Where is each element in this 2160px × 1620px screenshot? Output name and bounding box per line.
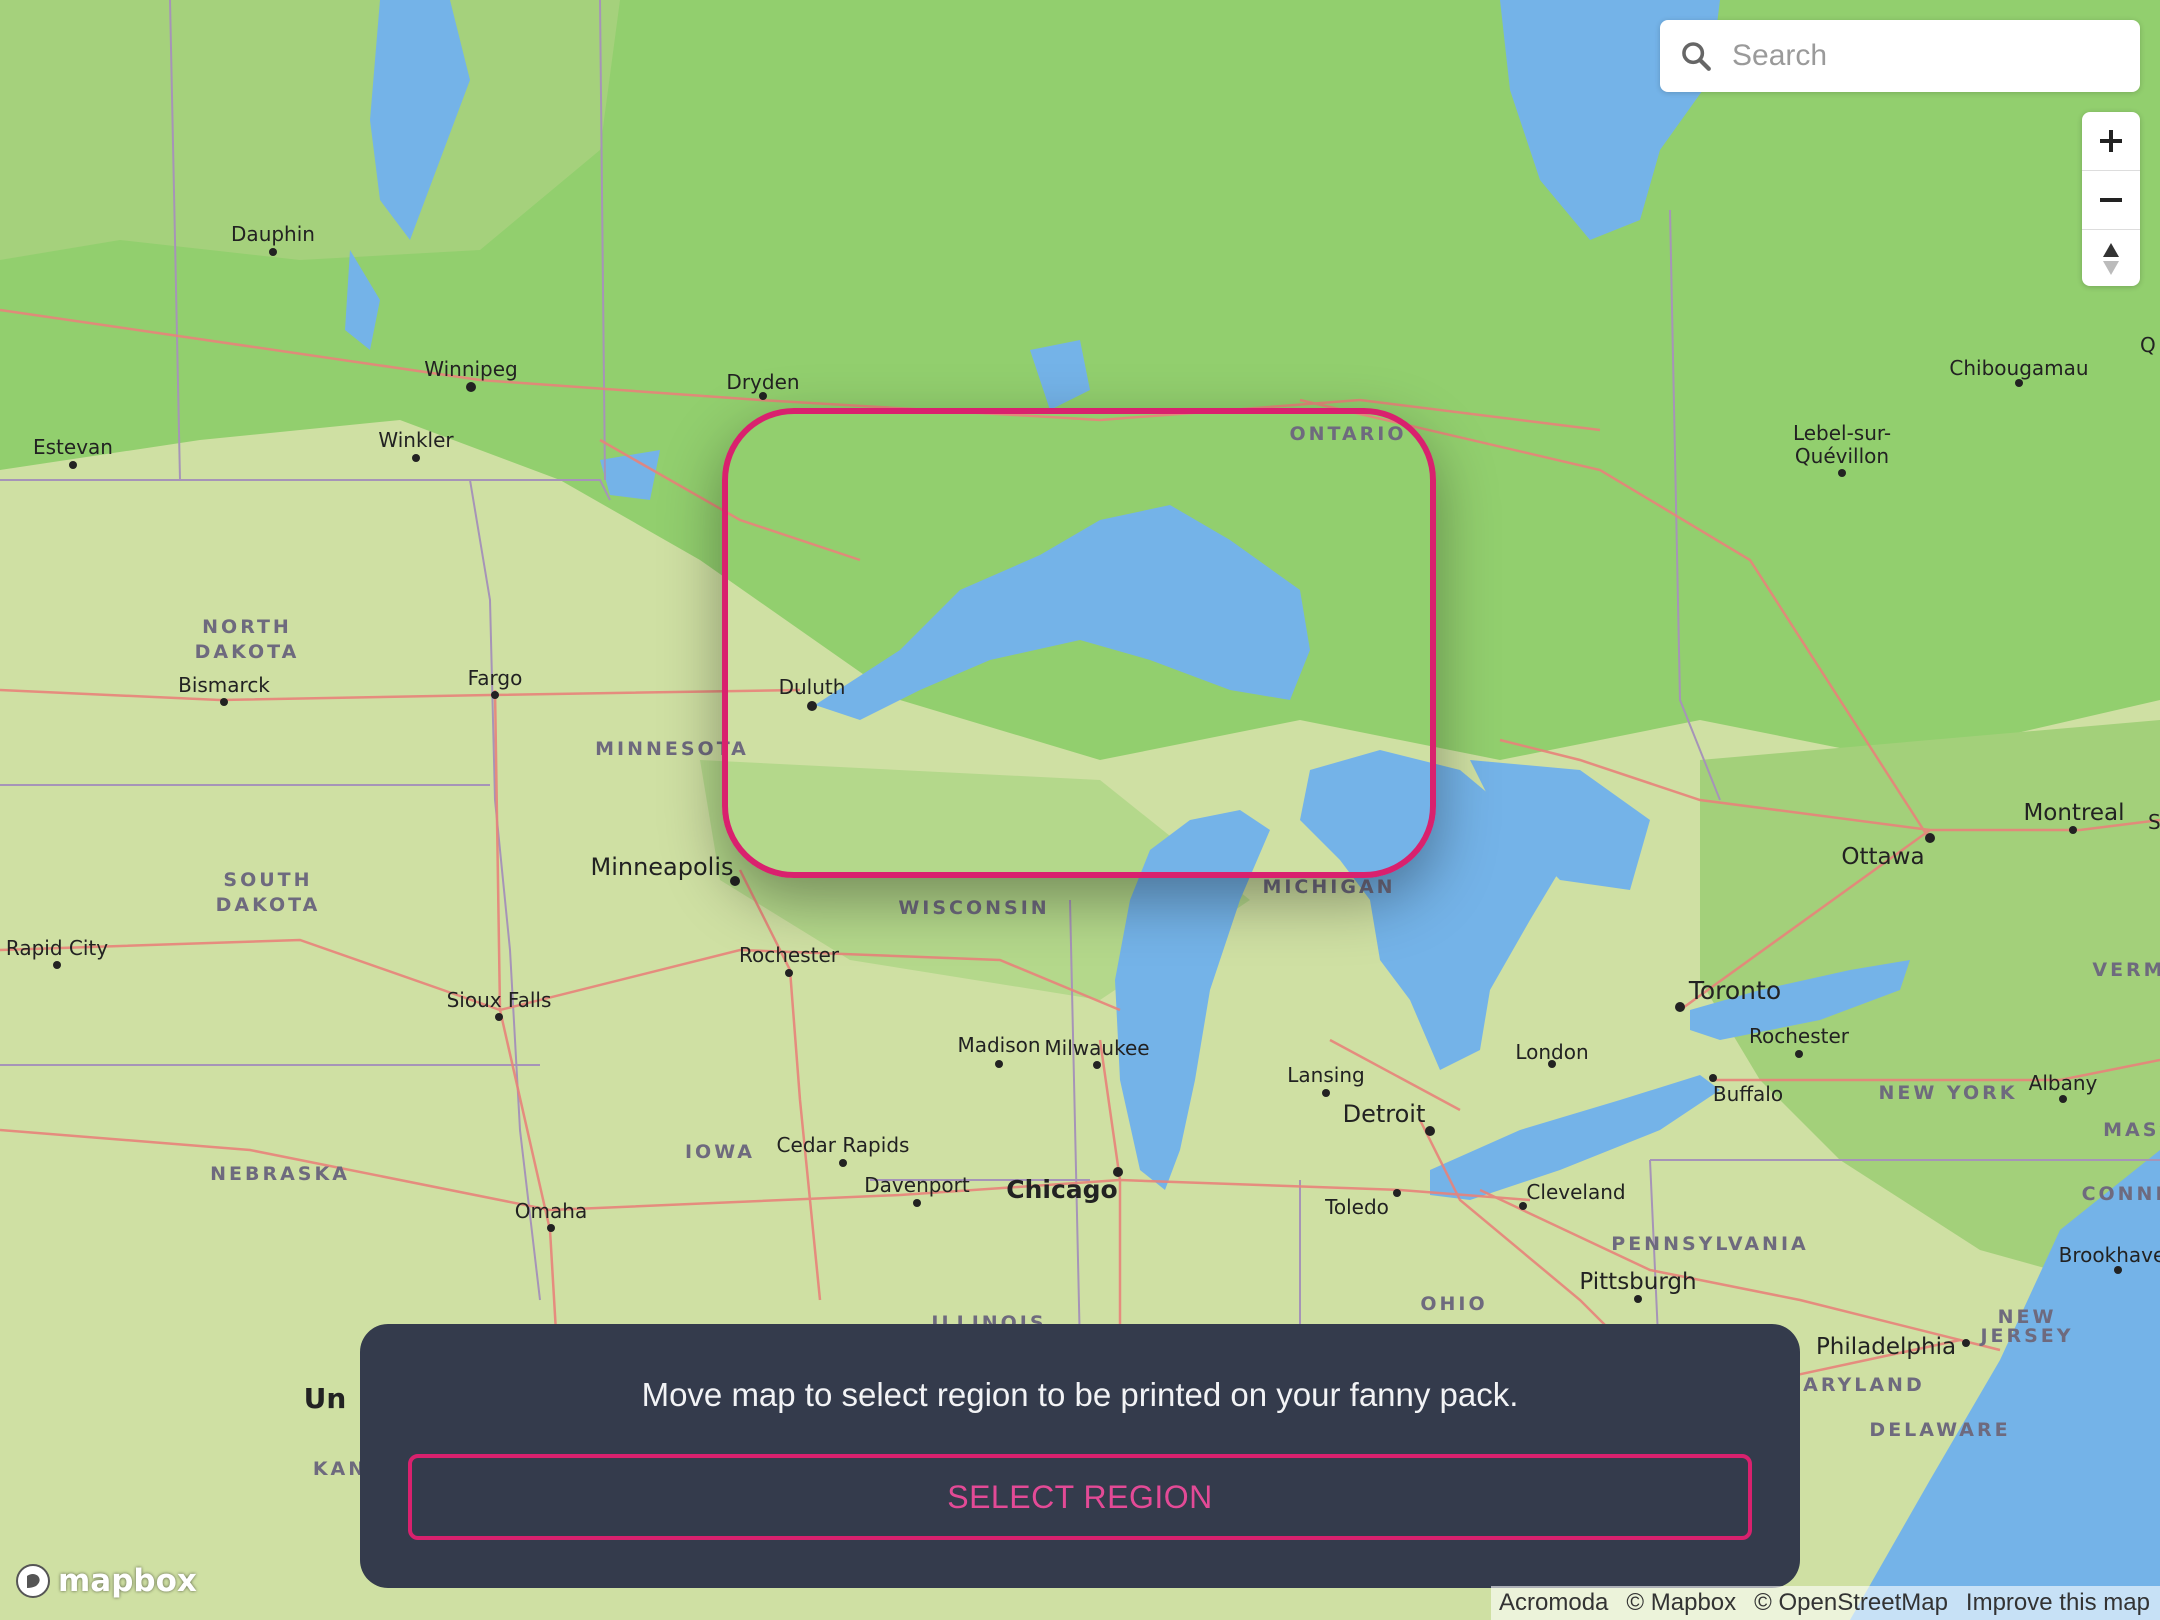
svg-text:Ottawa: Ottawa xyxy=(1841,844,1924,870)
svg-text:Chibougamau: Chibougamau xyxy=(1949,356,2088,380)
svg-text:MASSA: MASSA xyxy=(2103,1119,2160,1141)
svg-text:CONNECTI: CONNECTI xyxy=(2082,1183,2160,1205)
svg-text:WISCONSIN: WISCONSIN xyxy=(898,897,1049,919)
search-icon xyxy=(1660,20,1732,92)
svg-text:Dauphin: Dauphin xyxy=(231,222,315,246)
svg-text:Toronto: Toronto xyxy=(1688,976,1781,1005)
svg-text:Dryden: Dryden xyxy=(726,370,799,394)
svg-text:Toledo: Toledo xyxy=(1324,1195,1389,1219)
svg-text:Estevan: Estevan xyxy=(33,435,113,459)
mapbox-logo[interactable]: mapbox xyxy=(14,1562,197,1600)
svg-text:Winkler: Winkler xyxy=(378,428,454,452)
attribution-osm[interactable]: © OpenStreetMap xyxy=(1754,1589,1948,1617)
svg-text:DAKOTA: DAKOTA xyxy=(216,894,321,916)
svg-text:Quévillon: Quévillon xyxy=(1795,444,1889,468)
svg-text:Lansing: Lansing xyxy=(1287,1063,1364,1087)
svg-text:NORTH: NORTH xyxy=(202,616,292,638)
svg-text:Winnipeg: Winnipeg xyxy=(424,357,518,381)
svg-text:DELAWARE: DELAWARE xyxy=(1869,1419,2010,1441)
search-input[interactable] xyxy=(1732,26,2140,86)
svg-text:Q: Q xyxy=(2140,333,2156,357)
svg-text:Sioux Falls: Sioux Falls xyxy=(447,988,552,1012)
svg-text:Bismarck: Bismarck xyxy=(178,673,270,697)
svg-text:Albany: Albany xyxy=(2029,1071,2098,1095)
svg-text:MARYLAND: MARYLAND xyxy=(1781,1374,1924,1396)
svg-text:Davenport: Davenport xyxy=(864,1173,970,1197)
svg-text:SOUTH: SOUTH xyxy=(223,869,312,891)
compass-icon xyxy=(2103,243,2119,275)
select-region-panel: Move map to select region to be printed … xyxy=(360,1324,1800,1588)
svg-text:Philadelphia: Philadelphia xyxy=(1816,1334,1956,1360)
selection-frame xyxy=(722,408,1436,878)
svg-text:VERMON: VERMON xyxy=(2092,959,2160,981)
svg-text:MICHIGAN: MICHIGAN xyxy=(1262,876,1395,898)
compass-button[interactable] xyxy=(2082,230,2140,286)
mapbox-logo-icon xyxy=(16,1564,50,1598)
svg-text:Rochester: Rochester xyxy=(739,943,840,967)
attribution-acromoda[interactable]: Acromoda xyxy=(1499,1589,1608,1617)
svg-text:Pittsburgh: Pittsburgh xyxy=(1579,1269,1696,1295)
plus-icon xyxy=(2100,130,2122,152)
svg-text:Lebel-sur-: Lebel-sur- xyxy=(1793,421,1891,445)
svg-text:London: London xyxy=(1515,1040,1588,1064)
svg-text:NEBRASKA: NEBRASKA xyxy=(210,1163,350,1185)
minus-icon xyxy=(2100,198,2122,202)
svg-text:Montreal: Montreal xyxy=(2023,800,2124,826)
svg-text:Buffalo: Buffalo xyxy=(1713,1082,1783,1106)
zoom-controls xyxy=(2082,112,2140,286)
svg-text:NEW YORK: NEW YORK xyxy=(1878,1082,2017,1104)
attribution-bar: Acromoda © Mapbox © OpenStreetMap Improv… xyxy=(1491,1586,2160,1620)
select-region-button[interactable]: SELECT REGION xyxy=(408,1454,1752,1540)
instruction-text: Move map to select region to be printed … xyxy=(641,1376,1519,1413)
svg-text:DAKOTA: DAKOTA xyxy=(195,641,300,663)
svg-text:Sh: Sh xyxy=(2148,810,2160,834)
svg-text:Milwaukee: Milwaukee xyxy=(1044,1036,1149,1060)
svg-text:Detroit: Detroit xyxy=(1343,1100,1426,1128)
improve-map-link[interactable]: Improve this map xyxy=(1966,1589,2150,1617)
svg-text:Un: Un xyxy=(304,1382,347,1415)
svg-text:Rochester: Rochester xyxy=(1749,1024,1850,1048)
svg-text:Chicago: Chicago xyxy=(1006,1175,1117,1204)
svg-text:Madison: Madison xyxy=(957,1033,1040,1057)
svg-text:Brookhave: Brookhave xyxy=(2059,1243,2160,1267)
svg-text:PENNSYLVANIA: PENNSYLVANIA xyxy=(1611,1233,1808,1255)
svg-text:Rapid City: Rapid City xyxy=(6,936,108,960)
svg-text:JERSEY: JERSEY xyxy=(1978,1325,2073,1347)
svg-text:Omaha: Omaha xyxy=(515,1199,587,1223)
mapbox-logo-text: mapbox xyxy=(58,1563,197,1599)
zoom-out-button[interactable] xyxy=(2082,171,2140,230)
svg-text:Cleveland: Cleveland xyxy=(1526,1180,1625,1204)
zoom-in-button[interactable] xyxy=(2082,112,2140,171)
svg-text:OHIO: OHIO xyxy=(1420,1293,1487,1315)
svg-text:IOWA: IOWA xyxy=(685,1141,755,1163)
search-box[interactable] xyxy=(1660,20,2140,92)
attribution-mapbox[interactable]: © Mapbox xyxy=(1626,1589,1736,1617)
svg-text:Cedar Rapids: Cedar Rapids xyxy=(777,1133,910,1157)
svg-text:Fargo: Fargo xyxy=(468,666,523,690)
svg-text:Minneapolis: Minneapolis xyxy=(590,853,733,881)
